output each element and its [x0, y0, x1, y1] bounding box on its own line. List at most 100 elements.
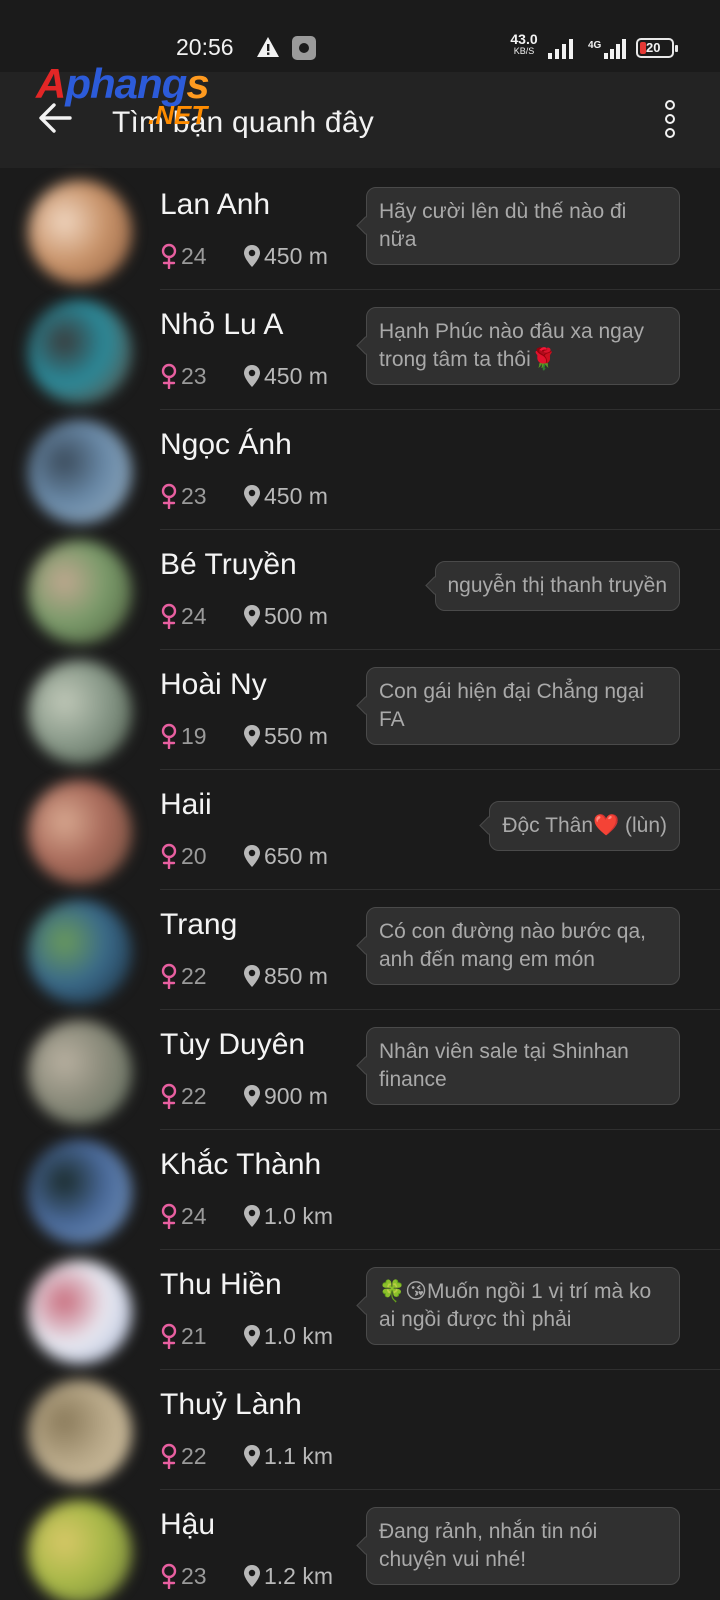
female-icon: [161, 1323, 177, 1349]
watermark-net: .NET: [148, 100, 208, 130]
female-icon: [161, 363, 177, 389]
person-name: Hoài Ny: [160, 668, 267, 701]
location-pin-icon: [244, 1325, 260, 1347]
list-item[interactable]: Trang 22 850 m Có con đường nào bước qa, an…: [0, 890, 720, 1010]
person-age: 24: [181, 242, 207, 269]
avatar[interactable]: [28, 660, 132, 764]
female-icon: [161, 723, 177, 749]
person-distance: 650 m: [264, 842, 328, 869]
location-pin-icon: [244, 365, 260, 387]
battery-level: 20: [646, 40, 661, 55]
person-name: Thuỷ Lành: [160, 1388, 302, 1421]
female-icon: [161, 483, 177, 509]
people-list: Lan Anh 24 450 m Hãy cười lên dù thế nào đi…: [0, 170, 720, 1600]
person-distance: 900 m: [264, 1082, 328, 1109]
status-bubble: Con gái hiện đại Chẳng ngại FA: [366, 667, 680, 745]
warning-icon: [257, 37, 279, 57]
person-meta: 19 550 m: [160, 722, 328, 750]
list-item[interactable]: Khắc Thành 24 1.0 km: [0, 1130, 720, 1250]
female-icon: [161, 603, 177, 629]
person-meta: 23 450 m: [160, 362, 328, 390]
status-time: 20:56: [176, 34, 234, 60]
avatar[interactable]: [28, 1020, 132, 1124]
person-name: Thu Hiền: [160, 1268, 282, 1301]
list-item[interactable]: Hậu 23 1.2 km Đang rảnh, nhắn tin nói chuyệ…: [0, 1490, 720, 1600]
female-icon: [161, 243, 177, 269]
location-pin-icon: [244, 245, 260, 267]
person-distance: 450 m: [264, 482, 328, 509]
person-meta: 22 850 m: [160, 962, 328, 990]
person-age: 20: [181, 842, 207, 869]
location-pin-icon: [244, 1565, 260, 1587]
avatar[interactable]: [28, 1140, 132, 1244]
person-meta: 23 1.2 km: [160, 1562, 333, 1590]
person-distance: 850 m: [264, 962, 328, 989]
location-pin-icon: [244, 965, 260, 987]
avatar[interactable]: [28, 900, 132, 1004]
status-bubble: Hạnh Phúc nào đâu xa ngay trong tâm ta t…: [366, 307, 680, 385]
list-item[interactable]: Haii 20 650 m Độc Thân❤️ (lùn): [0, 770, 720, 890]
person-age: 23: [181, 1562, 207, 1589]
location-pin-icon: [244, 485, 260, 507]
avatar[interactable]: [28, 1500, 132, 1600]
list-item[interactable]: Thu Hiền 21 1.0 km 🍀😘Muốn ngồi 1 vị trí mà …: [0, 1250, 720, 1370]
network-speed-value: 43.0: [510, 31, 538, 47]
signal-icon: [548, 39, 573, 59]
list-item[interactable]: Ngọc Ánh 23 450 m: [0, 410, 720, 530]
avatar[interactable]: [28, 1380, 132, 1484]
person-name: Khắc Thành: [160, 1148, 322, 1181]
status-bubble: Độc Thân❤️ (lùn): [489, 801, 680, 851]
status-bubble: 🍀😘Muốn ngồi 1 vị trí mà ko ai ngồi được …: [366, 1267, 680, 1345]
person-age: 21: [181, 1322, 207, 1349]
avatar[interactable]: [28, 540, 132, 644]
location-pin-icon: [244, 1445, 260, 1467]
person-distance: 1.0 km: [264, 1322, 334, 1349]
person-name: Trang: [160, 908, 238, 941]
avatar[interactable]: [28, 1260, 132, 1364]
location-pin-icon: [244, 845, 260, 867]
person-age: 19: [181, 722, 207, 749]
person-distance: 1.2 km: [264, 1562, 334, 1589]
list-item[interactable]: Lan Anh 24 450 m Hãy cười lên dù thế nào đi…: [0, 170, 720, 290]
settings-notification-icon: [292, 36, 316, 60]
person-meta: 22 900 m: [160, 1082, 328, 1110]
person-age: 24: [181, 1202, 207, 1229]
female-icon: [161, 843, 177, 869]
location-pin-icon: [244, 1205, 260, 1227]
list-item[interactable]: Thuỷ Lành 22 1.1 km: [0, 1370, 720, 1490]
person-meta: 22 1.1 km: [160, 1442, 333, 1470]
list-item[interactable]: Nhỏ Lu A 23 450 m Hạnh Phúc nào đâu xa ngay…: [0, 290, 720, 410]
person-distance: 500 m: [264, 602, 328, 629]
person-name: Lan Anh: [160, 188, 271, 221]
person-meta: 20 650 m: [160, 842, 328, 870]
avatar[interactable]: [28, 780, 132, 884]
list-item[interactable]: Tùy Duyên 22 900 m Nhân viên sale tại Shinh…: [0, 1010, 720, 1130]
person-name: Hậu: [160, 1508, 216, 1541]
person-distance: 1.0 km: [264, 1202, 334, 1229]
network-speed: 43.0 KB/S: [506, 31, 542, 57]
person-name: Haii: [160, 788, 212, 821]
person-name: Tùy Duyên: [160, 1028, 306, 1061]
svg-text:4G: 4G: [588, 40, 602, 51]
location-pin-icon: [244, 605, 260, 627]
person-age: 22: [181, 1082, 207, 1109]
person-name: Ngọc Ánh: [160, 428, 292, 461]
person-distance: 1.1 km: [264, 1442, 334, 1469]
status-bubble: Hãy cười lên dù thế nào đi nữa: [366, 187, 680, 265]
list-item[interactable]: Hoài Ny 19 550 m Con gái hiện đại Chẳng ngạ…: [0, 650, 720, 770]
more-vertical-icon[interactable]: [654, 100, 690, 140]
avatar[interactable]: [28, 180, 132, 284]
person-meta: 23 450 m: [160, 482, 328, 510]
4g-signal-icon: 4G: [588, 39, 626, 59]
list-item[interactable]: Bé Truyền 24 500 m nguyễn thị thanh truyền: [0, 530, 720, 650]
status-bubble: Có con đường nào bước qa, anh đến mang e…: [366, 907, 680, 985]
person-age: 23: [181, 362, 207, 389]
battery-icon: 20: [636, 38, 678, 58]
person-distance: 550 m: [264, 722, 328, 749]
female-icon: [161, 1563, 177, 1589]
avatar[interactable]: [28, 420, 132, 524]
avatar[interactable]: [28, 300, 132, 404]
person-meta: 24 500 m: [160, 602, 328, 630]
female-icon: [161, 1203, 177, 1229]
person-meta: 21 1.0 km: [160, 1322, 333, 1350]
